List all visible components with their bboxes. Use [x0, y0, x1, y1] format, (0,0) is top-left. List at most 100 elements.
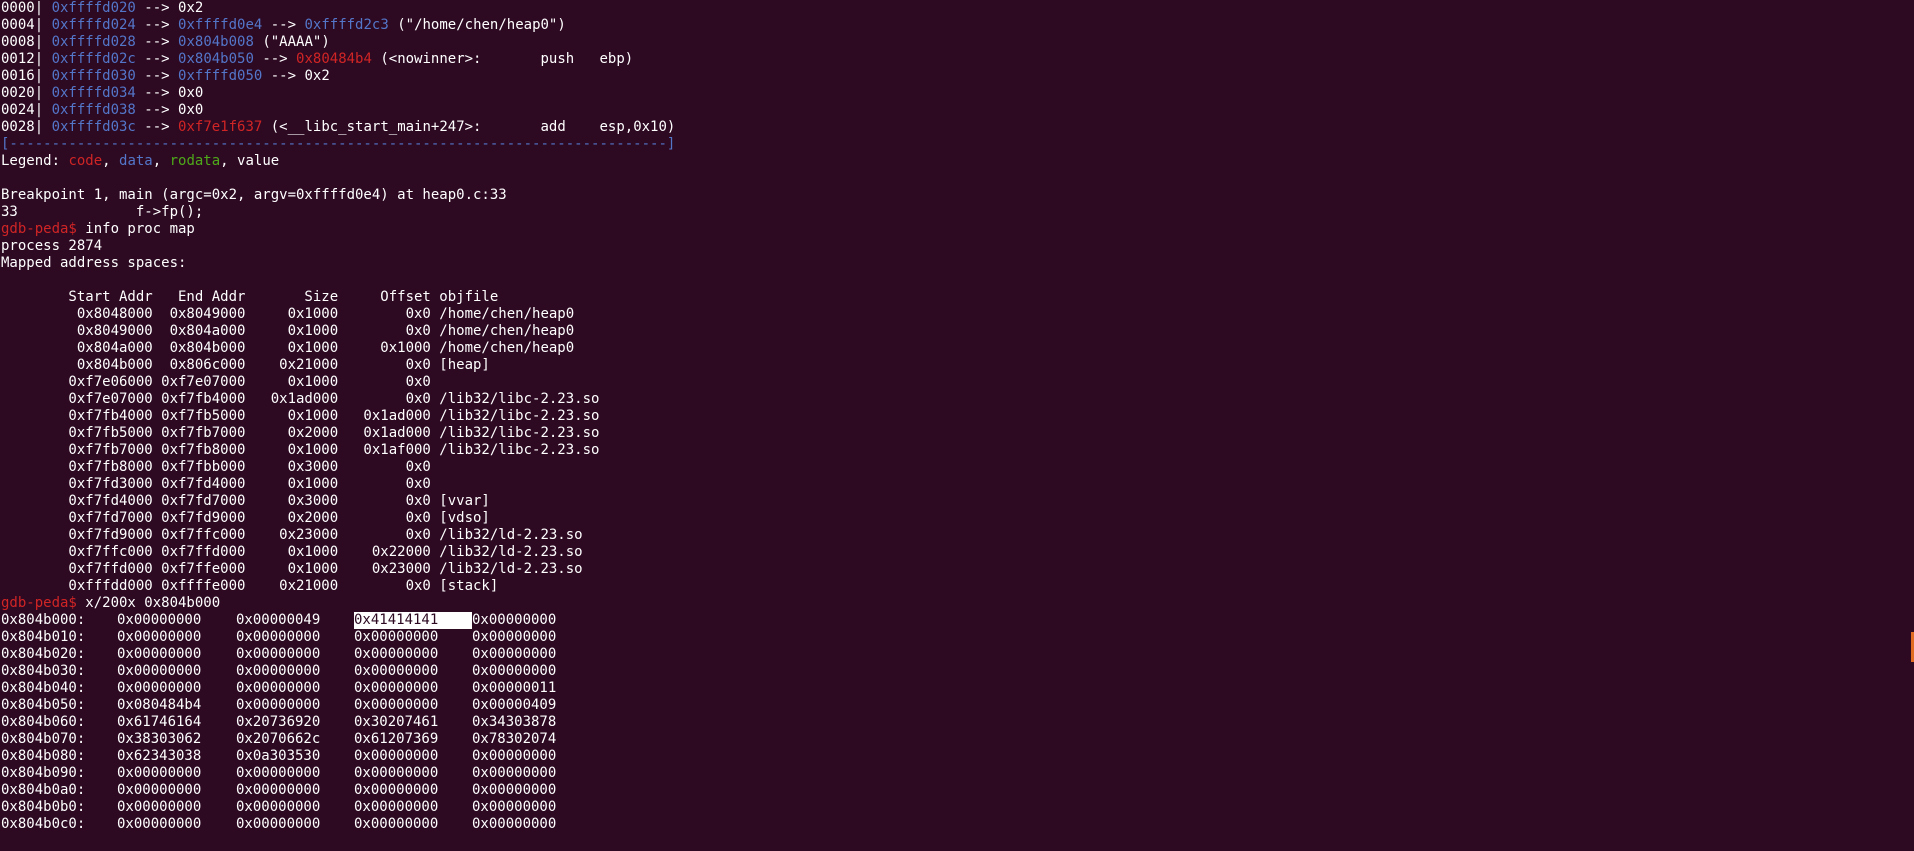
map-row-text: 0xf7fd3000 0xf7fd4000 0x1000 0x0: [1, 476, 431, 492]
text-segment: --> 0x2: [262, 68, 330, 84]
map-row: 0x8049000 0x804a000 0x1000 0x0 /home/che…: [1, 323, 574, 340]
hex-word: 0x0a303530: [236, 748, 321, 764]
hex-address: 0x804b000:: [1, 612, 86, 628]
blue-text: 0xffffd0e4: [178, 17, 263, 33]
hex-word: 0x00000000: [117, 765, 202, 781]
hex-word: 0x00000000: [354, 748, 439, 764]
stack-line: 0004| 0xffffd024 --> 0xffffd0e4 --> 0xff…: [1, 17, 566, 34]
mapped-title: Mapped address spaces:: [1, 255, 187, 271]
hex-word: 0x00000000: [472, 663, 557, 679]
map-row-text: 0x804a000 0x804b000 0x1000 0x1000 /home/…: [1, 340, 575, 356]
hex-word: 0x00000000: [354, 816, 439, 832]
text-segment: ("AAAA"): [253, 34, 330, 50]
stack-line: 0008| 0xffffd028 --> 0x804b008 ("AAAA"): [1, 34, 330, 51]
hex-word: 0x00000000: [236, 680, 321, 696]
breakpoint-line: Breakpoint 1, main (argc=0x2, argv=0xfff…: [1, 187, 507, 204]
text-segment: 0012|: [1, 51, 52, 67]
hex-word: 0x00000000: [354, 629, 439, 645]
hex-address: 0x804b080:: [1, 748, 86, 764]
hex-word: 0x00000000: [354, 697, 439, 713]
text-segment: ("/home/chen/heap0"): [388, 17, 566, 33]
hex-word: 0x00000000: [236, 816, 321, 832]
hex-word: 0x00000049: [236, 612, 321, 628]
hex-word: 0x00000000: [117, 782, 202, 798]
map-row: 0xf7fd3000 0xf7fd4000 0x1000 0x0: [1, 476, 431, 493]
hex-word: 0x38303062: [117, 731, 202, 747]
map-row: 0x804b000 0x806c000 0x21000 0x0 [heap]: [1, 357, 490, 374]
map-row-text: 0xf7ffc000 0xf7ffd000 0x1000 0x22000 /li…: [1, 544, 583, 560]
hex-address: 0x804b040:: [1, 680, 86, 696]
text-segment: 0000|: [1, 0, 52, 16]
map-row: 0x804a000 0x804b000 0x1000 0x1000 /home/…: [1, 340, 574, 357]
hex-word: 0x00000000: [354, 799, 439, 815]
command-text: info proc map: [76, 221, 195, 237]
text-segment: -->: [253, 51, 297, 67]
text-segment: --> 0x0: [135, 85, 204, 101]
map-row-text: 0xf7e06000 0xf7e07000 0x1000 0x0: [1, 374, 431, 390]
hex-address: 0x804b090:: [1, 765, 86, 781]
blue-text: 0xffffd020: [51, 0, 136, 16]
prompt: gdb-peda$: [1, 221, 77, 237]
red-text: 0x80484b4: [296, 51, 372, 67]
hex-word: 0x00000000: [472, 748, 557, 764]
hex-word: 0x00000000: [472, 799, 557, 815]
separator-line: [---------------------------------------…: [1, 136, 675, 153]
map-row: 0xf7ffd000 0xf7ffe000 0x1000 0x23000 /li…: [1, 561, 582, 578]
blue-text: 0x804b008: [178, 34, 254, 50]
hex-word: 0x00000000: [117, 646, 202, 662]
hex-word: 0x00000000: [472, 782, 557, 798]
map-row: 0xf7e07000 0xf7fb4000 0x1ad000 0x0 /lib3…: [1, 391, 599, 408]
stack-line: 0028| 0xffffd03c --> 0xf7e1f637 (<__libc…: [1, 119, 675, 136]
blue-text: data: [119, 153, 153, 169]
hex-word: 0x00000000: [117, 629, 202, 645]
command-line[interactable]: gdb-peda$ info proc map: [1, 221, 195, 238]
blue-text: 0xffffd02c: [51, 51, 136, 67]
hex-word: 0x61746164: [117, 714, 202, 730]
map-row-text: 0xf7fb4000 0xf7fb5000 0x1000 0x1ad000 /l…: [1, 408, 600, 424]
blue-text: 0x804b050: [178, 51, 254, 67]
hex-word: 0x00000000: [236, 663, 321, 679]
text-segment: -->: [135, 119, 179, 135]
map-header: Start Addr End Addr Size Offset objfile: [1, 289, 499, 305]
hex-word: 0x00000000: [472, 646, 557, 662]
source-text: 33 f->fp();: [1, 204, 204, 220]
blue-text: 0xffffd050: [178, 68, 263, 84]
blue-text: 0xffffd038: [51, 102, 136, 118]
text-segment: 0020|: [1, 85, 52, 101]
map-row-text: 0xf7fd9000 0xf7ffc000 0x23000 0x0 /lib32…: [1, 527, 583, 543]
map-row: 0xf7fb5000 0xf7fb7000 0x2000 0x1ad000 /l…: [1, 425, 599, 442]
hex-row: 0x804b0b0: 0x00000000 0x00000000 0x00000000…: [0, 799, 700, 816]
hex-word: 0x00000000: [354, 646, 439, 662]
hex-row: 0x804b0c0: 0x00000000 0x00000000 0x00000000…: [0, 816, 700, 833]
hex-address: 0x804b070:: [1, 731, 86, 747]
text-segment: 0016|: [1, 68, 52, 84]
hex-address: 0x804b0b0:: [1, 799, 86, 815]
selected-hex-word[interactable]: 0x41414141: [354, 612, 472, 629]
hex-row: 0x804b000: 0x00000000 0x00000049 0x41414141…: [0, 612, 700, 629]
text-segment: -->: [135, 51, 179, 67]
hex-address: 0x804b030:: [1, 663, 86, 679]
stack-line: 0024| 0xffffd038 --> 0x0: [1, 102, 203, 119]
hex-address: 0x804b010:: [1, 629, 86, 645]
terminal-window[interactable]: 0000| 0xffffd020 --> 0x2 0004| 0xffffd024…: [0, 0, 1914, 851]
hex-row: 0x804b0a0: 0x00000000 0x00000000 0x00000000…: [0, 782, 700, 799]
text-segment: Legend:: [1, 153, 69, 169]
map-row: 0xf7fd4000 0xf7fd7000 0x3000 0x0 [vvar]: [1, 493, 489, 510]
hex-row: 0x804b010: 0x00000000 0x00000000 0x00000000…: [0, 629, 700, 646]
text-segment: 0024|: [1, 102, 52, 118]
hex-word: 0x61207369: [354, 731, 439, 747]
map-row-text: 0xf7fb7000 0xf7fb8000 0x1000 0x1af000 /l…: [1, 442, 600, 458]
breakpoint-text: Breakpoint 1, main (argc=0x2, argv=0xfff…: [1, 187, 507, 203]
hex-word: 0x00000000: [354, 782, 439, 798]
process-text: process 2874: [1, 238, 103, 254]
map-row: 0xf7fb4000 0xf7fb5000 0x1000 0x1ad000 /l…: [1, 408, 599, 425]
red-text: 0xf7e1f637: [178, 119, 263, 135]
text-segment: 0004|: [1, 17, 52, 33]
map-row: 0x8048000 0x8049000 0x1000 0x0 /home/che…: [1, 306, 574, 323]
hex-word: 0x00000000: [236, 629, 321, 645]
command-line[interactable]: gdb-peda$ x/200x 0x804b000: [1, 595, 220, 612]
stack-line: 0016| 0xffffd030 --> 0xffffd050 --> 0x2: [1, 68, 330, 85]
hex-word: 0x00000000: [117, 680, 202, 696]
text-segment: -->: [135, 17, 179, 33]
map-row-text: 0xf7e07000 0xf7fb4000 0x1ad000 0x0 /lib3…: [1, 391, 600, 407]
